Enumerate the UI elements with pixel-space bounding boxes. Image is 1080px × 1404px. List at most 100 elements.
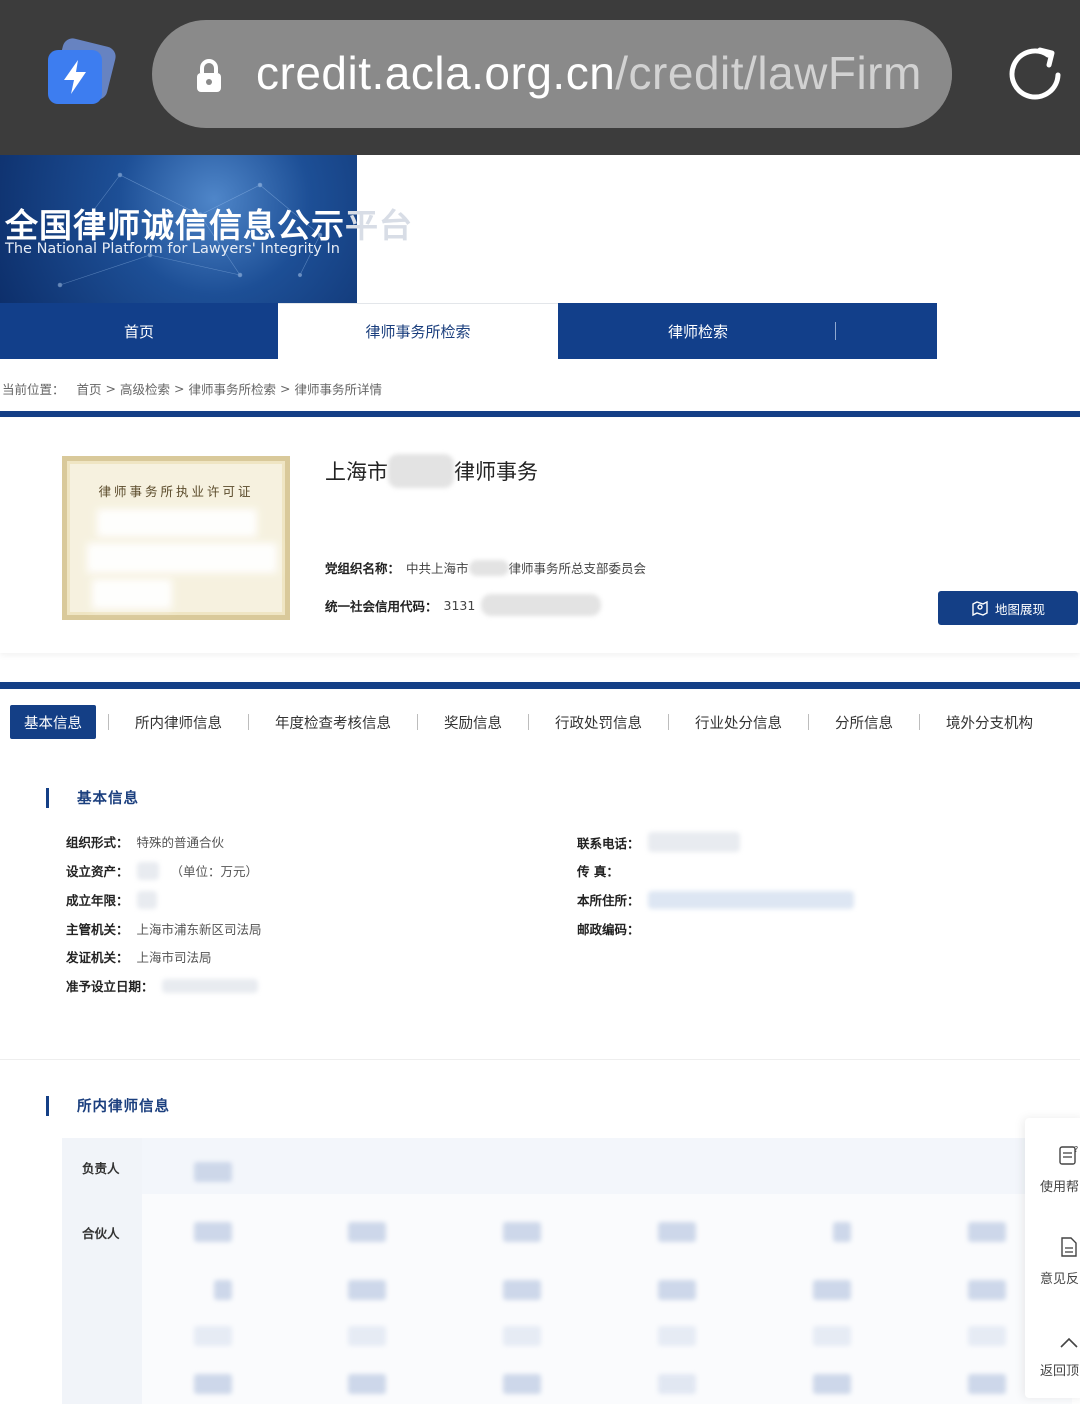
lawyer-name-redacted[interactable] <box>194 1222 232 1242</box>
breadcrumb-advanced-search[interactable]: 高级检索 <box>120 379 170 398</box>
back-to-top-label: 返回顶 <box>1040 1364 1080 1379</box>
banner-title-main: 全国律师诚信信息公示 <box>5 206 345 245</box>
nav-firm-search[interactable]: 律师事务所检索 <box>278 303 558 359</box>
lawyer-name-redacted[interactable] <box>658 1326 696 1346</box>
floating-side-panel: ? 使用帮 意见反 返回顶 <box>1025 1118 1080 1398</box>
help-button[interactable]: ? 使用帮 <box>1025 1136 1080 1196</box>
help-label: 使用帮 <box>1040 1180 1080 1195</box>
lawyers-heading: 所内律师信息 <box>46 1095 170 1116</box>
lawyer-name-redacted[interactable] <box>194 1326 232 1346</box>
detail-tabs: 基本信息 所内律师信息 年度检查考核信息 奖励信息 行政处罚信息 行业处分信息 … <box>0 692 1080 752</box>
years-row: 成立年限： <box>66 890 157 909</box>
lawyer-name-redacted[interactable] <box>348 1326 386 1346</box>
map-view-button[interactable]: 地图展现 <box>938 591 1078 625</box>
lawyer-name-redacted[interactable] <box>348 1222 386 1242</box>
redacted-text <box>388 454 454 488</box>
postcode-label: 邮政编码： <box>577 922 640 937</box>
basic-info-title: 基本信息 <box>77 791 139 807</box>
tab-basic-info[interactable]: 基本信息 <box>10 705 96 739</box>
lawyer-table: 负责人 合伙人 <box>62 1138 1072 1404</box>
back-to-top-button[interactable]: 返回顶 <box>1025 1328 1080 1388</box>
svg-text:?: ? <box>1074 1145 1078 1154</box>
tab-industry-sanctions[interactable]: 行业处分信息 <box>681 705 796 739</box>
tab-lawyers[interactable]: 所内律师信息 <box>121 705 236 739</box>
feedback-button[interactable]: 意见反 <box>1025 1230 1080 1290</box>
nav-home[interactable]: 首页 <box>0 303 278 359</box>
authority-value: 上海市浦东新区司法局 <box>136 922 262 937</box>
tab-admin-penalties[interactable]: 行政处罚信息 <box>541 705 656 739</box>
header-rule <box>0 411 1080 417</box>
lawyer-name-redacted[interactable] <box>813 1374 851 1394</box>
url-host: credit.acla.org.cn <box>256 47 616 99</box>
tab-annual-inspection[interactable]: 年度检查考核信息 <box>261 705 405 739</box>
url-path: /credit/lawFirm <box>615 47 922 99</box>
browser-toolbar: credit.acla.org.cn/credit/lawFirm <box>0 0 1080 155</box>
lawyer-name-redacted[interactable] <box>194 1374 232 1394</box>
lawyer-name-redacted[interactable] <box>503 1280 541 1300</box>
breadcrumb-home[interactable]: 首页 <box>77 379 102 398</box>
lawyer-name-redacted[interactable] <box>658 1222 696 1242</box>
tab-branches[interactable]: 分所信息 <box>821 705 907 739</box>
address-row: 本所住所： <box>577 890 854 909</box>
lawyer-name-redacted[interactable] <box>348 1280 386 1300</box>
redacted-text <box>481 594 602 616</box>
address-bar[interactable]: credit.acla.org.cn/credit/lawFirm <box>152 20 952 128</box>
lawyer-name-redacted[interactable] <box>813 1326 851 1346</box>
lightning-icon <box>64 60 86 94</box>
breadcrumb-sep: > <box>174 380 185 396</box>
phone-row: 联系电话： <box>577 832 740 852</box>
license-title: 律师事务所执业许可证 <box>98 484 254 499</box>
approval-date-label: 准予设立日期： <box>66 979 154 994</box>
feedback-doc-icon <box>1061 1237 1077 1257</box>
chevron-up-icon <box>1060 1337 1078 1348</box>
phone-label: 联系电话： <box>577 835 640 851</box>
breadcrumb-firm-search[interactable]: 律师事务所检索 <box>189 379 277 398</box>
banner-title-tail: 平台 <box>345 206 413 245</box>
nav-lawyer-search[interactable]: 律师检索 <box>558 303 937 359</box>
lawyer-name-redacted[interactable] <box>658 1374 696 1394</box>
party-suffix: 律师事务所总支部委员会 <box>508 561 647 576</box>
reload-icon[interactable] <box>1000 40 1070 110</box>
banner-subtitle: The National Platform for Lawyers' Integ… <box>5 241 340 257</box>
lawyer-name-redacted[interactable] <box>503 1222 541 1242</box>
redacted-text <box>136 890 157 909</box>
issuer-row: 发证机关： 上海市司法局 <box>66 947 212 966</box>
party-label: 党组织名称： <box>325 561 401 576</box>
lawyer-name-redacted[interactable] <box>968 1374 1006 1394</box>
feedback-label: 意见反 <box>1040 1272 1080 1287</box>
assets-row: 设立资产： （单位：万元） <box>66 861 258 880</box>
firm-name-suffix: 律师事务 <box>454 460 538 484</box>
fax-label: 传 真： <box>577 864 619 879</box>
map-pin-icon <box>972 600 988 617</box>
basic-info-heading: 基本信息 <box>46 787 139 808</box>
help-doc-icon: ? <box>1059 1145 1078 1165</box>
org-form-label: 组织形式： <box>66 835 129 850</box>
partners-label: 合伙人 <box>82 1226 120 1241</box>
lawyer-name-redacted[interactable] <box>658 1280 696 1300</box>
license-image[interactable]: 律师事务所执业许可证 <box>62 456 290 620</box>
lawyer-name-redacted[interactable] <box>194 1162 232 1182</box>
lawyer-name-redacted[interactable] <box>214 1280 232 1300</box>
address-label: 本所住所： <box>577 893 640 908</box>
browser-app-icon[interactable] <box>48 36 118 106</box>
redacted-text <box>161 978 258 993</box>
redacted-text <box>647 832 740 852</box>
lawyer-name-redacted[interactable] <box>348 1374 386 1394</box>
credit-code: 统一社会信用代码： 3131 <box>325 594 602 616</box>
assets-label: 设立资产： <box>66 864 129 879</box>
breadcrumb-current: 律师事务所详情 <box>294 381 383 397</box>
assets-unit: （单位：万元） <box>170 864 259 879</box>
lawyer-name-redacted[interactable] <box>968 1222 1006 1242</box>
lawyer-name-redacted[interactable] <box>813 1280 851 1300</box>
org-form-row: 组织形式： 特殊的普通合伙 <box>66 832 224 851</box>
firm-name: 上海市 律师事务 <box>325 454 538 488</box>
site-banner: 全国律师诚信信息公示平台 The National Platform for L… <box>0 155 412 303</box>
tab-awards[interactable]: 奖励信息 <box>430 705 516 739</box>
tab-overseas-branches[interactable]: 境外分支机构 <box>932 705 1047 739</box>
lawyer-name-redacted[interactable] <box>503 1374 541 1394</box>
lawyer-name-redacted[interactable] <box>968 1326 1006 1346</box>
lawyer-name-redacted[interactable] <box>833 1222 851 1242</box>
tabs-rule <box>0 682 1080 689</box>
lawyer-name-redacted[interactable] <box>968 1280 1006 1300</box>
lawyer-name-redacted[interactable] <box>503 1326 541 1346</box>
